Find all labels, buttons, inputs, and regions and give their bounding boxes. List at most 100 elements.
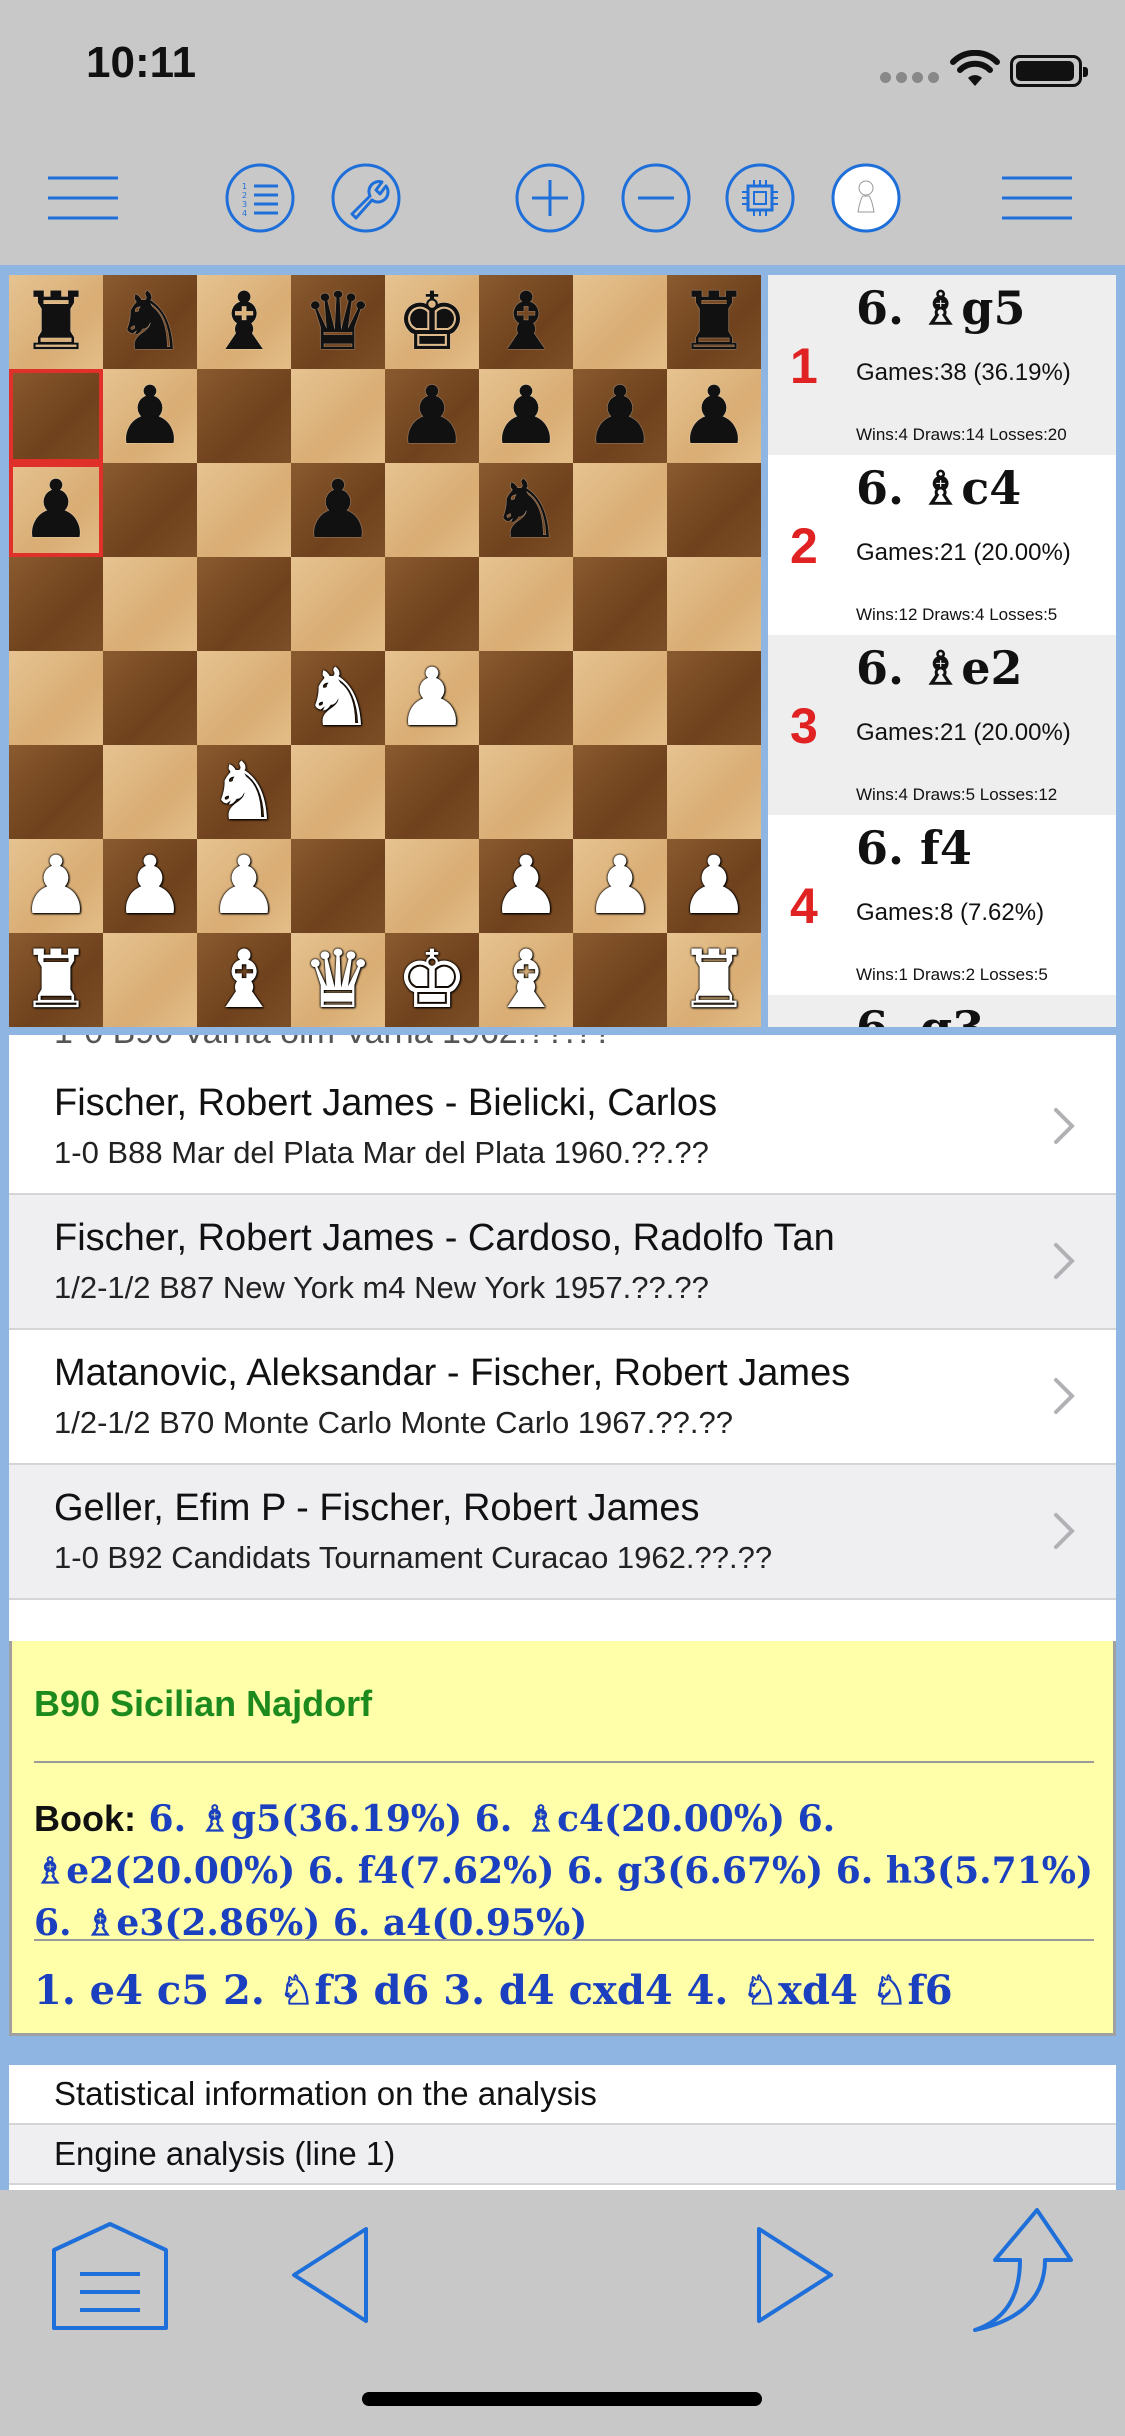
square-f4[interactable] bbox=[479, 651, 573, 745]
white-q-piece[interactable]: ♛ bbox=[302, 940, 374, 1020]
plus-icon[interactable] bbox=[514, 162, 586, 234]
book-move-row[interactable]: 4 6. f4 Games:8 (7.62%) Wins:1 Draws:2 Loss… bbox=[768, 815, 1116, 995]
black-n-piece[interactable]: ♞ bbox=[114, 282, 186, 362]
square-a1[interactable]: ♜ bbox=[9, 933, 103, 1027]
square-g5[interactable] bbox=[573, 557, 667, 651]
square-e4[interactable]: ♟ bbox=[385, 651, 479, 745]
square-e7[interactable]: ♟ bbox=[385, 369, 479, 463]
list-icon[interactable]: 1234 bbox=[224, 162, 296, 234]
move-line[interactable]: 1. e4 c5 2. ♘f3 d6 3. d4 cxd4 4. ♘xd4 ♘f… bbox=[34, 1967, 953, 2014]
square-c1[interactable]: ♝ bbox=[197, 933, 291, 1027]
square-a2[interactable]: ♟ bbox=[9, 839, 103, 933]
white-p-piece[interactable]: ♟ bbox=[678, 846, 750, 926]
black-n-piece[interactable]: ♞ bbox=[490, 470, 562, 550]
square-g3[interactable] bbox=[573, 745, 667, 839]
black-p-piece[interactable]: ♟ bbox=[20, 470, 92, 550]
square-c6[interactable] bbox=[197, 463, 291, 557]
white-n-piece[interactable]: ♞ bbox=[208, 752, 280, 832]
share-arrow-icon[interactable] bbox=[965, 2205, 1075, 2339]
square-h3[interactable] bbox=[667, 745, 761, 839]
square-f7[interactable]: ♟ bbox=[479, 369, 573, 463]
white-p-piece[interactable]: ♟ bbox=[20, 846, 92, 926]
white-p-piece[interactable]: ♟ bbox=[396, 658, 468, 738]
back-arrow-icon[interactable] bbox=[290, 2225, 370, 2329]
square-h1[interactable]: ♜ bbox=[667, 933, 761, 1027]
game-row[interactable]: Fischer, Robert James - Bielicki, Carlos… bbox=[9, 1060, 1116, 1195]
white-n-piece[interactable]: ♞ bbox=[302, 658, 374, 738]
square-f3[interactable] bbox=[479, 745, 573, 839]
square-d1[interactable]: ♛ bbox=[291, 933, 385, 1027]
menu-icon[interactable] bbox=[46, 162, 122, 234]
square-h2[interactable]: ♟ bbox=[667, 839, 761, 933]
square-h8[interactable]: ♜ bbox=[667, 275, 761, 369]
square-h4[interactable] bbox=[667, 651, 761, 745]
square-b2[interactable]: ♟ bbox=[103, 839, 197, 933]
game-row[interactable]: Fischer, Robert James - Cardoso, Radolfo… bbox=[9, 1195, 1116, 1330]
square-a6[interactable]: ♟ bbox=[9, 463, 103, 557]
chess-board[interactable]: ♜ ♞ ♝ ♛ ♚ ♝ ♜ ♟ ♟ ♟ ♟ ♟ ♟ ♟ ♞ ♞ ♟ ♞ ♟ ♟ ♟ ♟ ♟ ♟ ♜ ♝ ♛ ♚ ♝ ♜ bbox=[9, 275, 761, 1027]
square-b3[interactable] bbox=[103, 745, 197, 839]
square-b1[interactable] bbox=[103, 933, 197, 1027]
black-p-piece[interactable]: ♟ bbox=[490, 376, 562, 456]
square-a8[interactable]: ♜ bbox=[9, 275, 103, 369]
black-b-piece[interactable]: ♝ bbox=[208, 282, 280, 362]
black-r-piece[interactable]: ♜ bbox=[20, 282, 92, 362]
white-b-piece[interactable]: ♝ bbox=[208, 940, 280, 1020]
book-move-row[interactable]: 2 6. ♗c4 Games:21 (20.00%) Wins:12 Draws:4 … bbox=[768, 455, 1116, 635]
square-g4[interactable] bbox=[573, 651, 667, 745]
square-c3[interactable]: ♞ bbox=[197, 745, 291, 839]
square-d2[interactable] bbox=[291, 839, 385, 933]
square-h7[interactable]: ♟ bbox=[667, 369, 761, 463]
black-p-piece[interactable]: ♟ bbox=[584, 376, 656, 456]
square-f6[interactable]: ♞ bbox=[479, 463, 573, 557]
book-move-row[interactable]: 1 6. ♗g5 Games:38 (36.19%) Wins:4 Draws:14 … bbox=[768, 275, 1116, 455]
book-move-row[interactable]: 6. g3 bbox=[768, 995, 1116, 1027]
pawn-icon[interactable] bbox=[830, 162, 902, 234]
square-d4[interactable]: ♞ bbox=[291, 651, 385, 745]
white-b-piece[interactable]: ♝ bbox=[490, 940, 562, 1020]
square-h5[interactable] bbox=[667, 557, 761, 651]
forward-arrow-icon[interactable] bbox=[755, 2225, 835, 2329]
square-c5[interactable] bbox=[197, 557, 291, 651]
black-p-piece[interactable]: ♟ bbox=[678, 376, 750, 456]
book-move-row[interactable]: 3 6. ♗e2 Games:21 (20.00%) Wins:4 Draws:5 L… bbox=[768, 635, 1116, 815]
menu-icon[interactable] bbox=[1000, 162, 1076, 234]
square-d6[interactable]: ♟ bbox=[291, 463, 385, 557]
analysis-list[interactable]: Statistical information on the analysis E… bbox=[9, 2065, 1116, 2190]
white-p-piece[interactable]: ♟ bbox=[584, 846, 656, 926]
square-b6[interactable] bbox=[103, 463, 197, 557]
square-g2[interactable]: ♟ bbox=[573, 839, 667, 933]
square-d7[interactable] bbox=[291, 369, 385, 463]
analysis-row[interactable]: Engine analysis (line 1) bbox=[9, 2125, 1116, 2185]
square-g8[interactable] bbox=[573, 275, 667, 369]
white-k-piece[interactable]: ♚ bbox=[396, 940, 468, 1020]
black-k-piece[interactable]: ♚ bbox=[396, 282, 468, 362]
white-p-piece[interactable]: ♟ bbox=[490, 846, 562, 926]
black-p-piece[interactable]: ♟ bbox=[114, 376, 186, 456]
square-e8[interactable]: ♚ bbox=[385, 275, 479, 369]
square-f8[interactable]: ♝ bbox=[479, 275, 573, 369]
square-h6[interactable] bbox=[667, 463, 761, 557]
black-b-piece[interactable]: ♝ bbox=[490, 282, 562, 362]
square-e6[interactable] bbox=[385, 463, 479, 557]
square-f5[interactable] bbox=[479, 557, 573, 651]
white-p-piece[interactable]: ♟ bbox=[208, 846, 280, 926]
square-a3[interactable] bbox=[9, 745, 103, 839]
square-c4[interactable] bbox=[197, 651, 291, 745]
white-p-piece[interactable]: ♟ bbox=[114, 846, 186, 926]
square-e5[interactable] bbox=[385, 557, 479, 651]
analysis-row[interactable]: Statistical information on the analysis bbox=[9, 2065, 1116, 2125]
book-moves-list[interactable]: 1 6. ♗g5 Games:38 (36.19%) Wins:4 Draws:14 … bbox=[768, 275, 1116, 1027]
wrench-icon[interactable] bbox=[330, 162, 402, 234]
book-moves[interactable]: 6. ♗g5(36.19%) 6. ♗c4(20.00%) 6. ♗e2(20.… bbox=[34, 1798, 1093, 1944]
black-q-piece[interactable]: ♛ bbox=[302, 282, 374, 362]
square-e3[interactable] bbox=[385, 745, 479, 839]
square-b8[interactable]: ♞ bbox=[103, 275, 197, 369]
square-d5[interactable] bbox=[291, 557, 385, 651]
square-g1[interactable] bbox=[573, 933, 667, 1027]
square-c8[interactable]: ♝ bbox=[197, 275, 291, 369]
minus-icon[interactable] bbox=[620, 162, 692, 234]
square-c2[interactable]: ♟ bbox=[197, 839, 291, 933]
game-row[interactable]: Matanovic, Aleksandar - Fischer, Robert … bbox=[9, 1330, 1116, 1465]
square-b4[interactable] bbox=[103, 651, 197, 745]
